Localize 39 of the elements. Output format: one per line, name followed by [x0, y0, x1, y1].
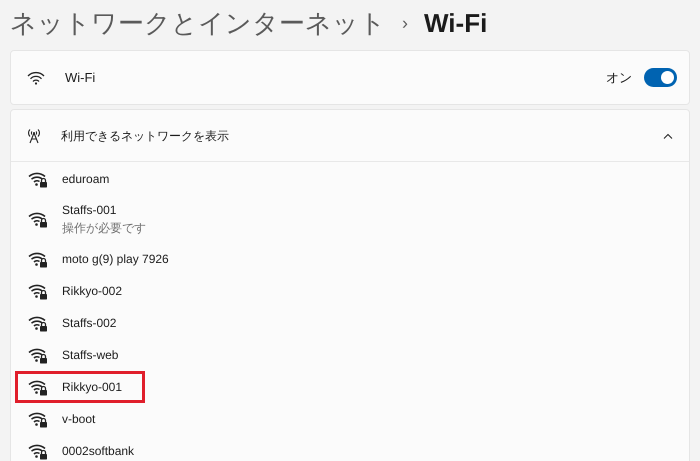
wifi-lock-icon — [28, 282, 48, 300]
network-name: Staffs-001 — [62, 202, 118, 219]
wifi-lock-icon — [28, 170, 48, 188]
breadcrumb-separator: › — [402, 12, 408, 34]
toggle-state: オン — [606, 68, 632, 87]
network-name: 0002softbank — [62, 443, 134, 460]
wifi-lock-icon — [28, 346, 48, 364]
network-item[interactable]: moto g(9) play 7926 — [11, 243, 689, 275]
page-title: Wi-Fi — [424, 6, 488, 40]
networks-header[interactable]: 利用できるネットワークを表示 — [11, 110, 689, 162]
antenna-icon — [27, 128, 41, 144]
network-name: eduroam — [62, 171, 110, 188]
wifi-lock-icon — [28, 210, 48, 228]
network-item[interactable]: Staffs-web — [11, 339, 689, 371]
wifi-lock-icon — [28, 442, 48, 460]
network-item[interactable]: Rikkyo-001 — [11, 371, 689, 403]
network-item[interactable]: eduroam — [11, 163, 689, 195]
wifi-lock-icon — [28, 314, 48, 332]
network-name: Rikkyo-001 — [62, 379, 122, 396]
chevron-icon — [663, 132, 673, 138]
wifi-icon — [27, 70, 45, 84]
network-item[interactable]: 0002softbank — [11, 435, 689, 461]
wifi-lock-icon — [28, 250, 48, 268]
network-status: 操作が必要です — [62, 220, 146, 237]
network-name: v-boot — [62, 411, 96, 428]
network-item[interactable]: Rikkyo-002 — [11, 275, 689, 307]
network-name: Staffs-web — [62, 347, 118, 364]
network-name: moto g(9) play 7926 — [62, 251, 169, 268]
network-item[interactable]: v-boot — [11, 403, 689, 435]
networks-label: 利用できるネットワークを表示 — [61, 128, 229, 144]
wifi-lock-icon — [28, 378, 48, 396]
network-item[interactable]: Staffs-001 操作が必要です — [11, 195, 689, 243]
network-name: Rikkyo-002 — [62, 283, 122, 300]
wifi-label: Wi-Fi — [65, 68, 96, 87]
wifi-toggle[interactable] — [644, 68, 677, 87]
network-item[interactable]: Staffs-002 — [11, 307, 689, 339]
breadcrumb-parent[interactable]: ネットワークとインターネット — [10, 4, 386, 42]
wifi-lock-icon — [28, 410, 48, 428]
network-name: Staffs-002 — [62, 315, 116, 332]
